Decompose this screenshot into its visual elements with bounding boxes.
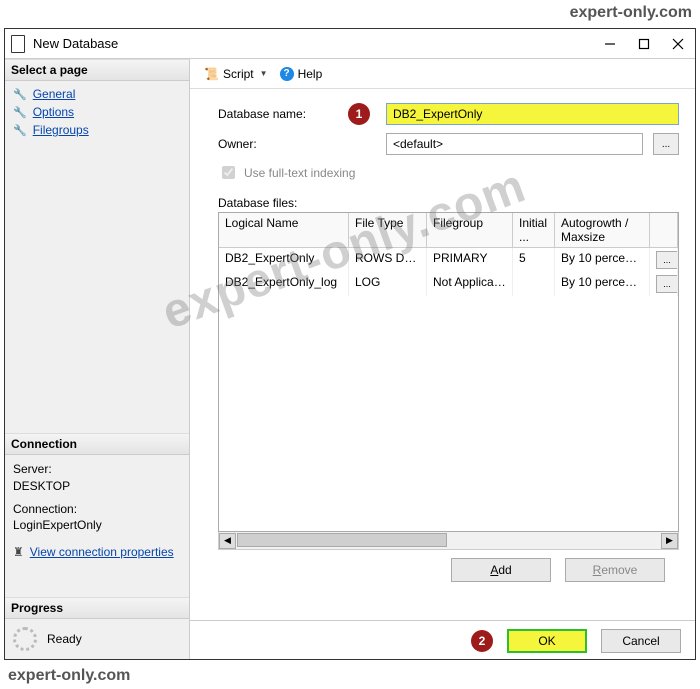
autogrowth-edit-button[interactable]: ... (656, 251, 678, 269)
wrench-icon: 🔧 (13, 88, 27, 101)
cell-autogrowth: By 10 percent, Unlimited (555, 248, 650, 272)
wrench-icon: 🔧 (13, 124, 27, 137)
help-label: Help (298, 67, 323, 81)
toolbar: 📜 Script ▼ ? Help (190, 59, 695, 89)
annotation-marker-2: 2 (471, 630, 493, 652)
progress-spinner-icon (13, 627, 37, 651)
col-filetype[interactable]: File Type (349, 213, 427, 248)
grid-row[interactable]: DB2_ExpertOnly_log LOG Not Applicable By… (219, 272, 678, 296)
dbname-label: Database name: (218, 107, 338, 121)
help-button[interactable]: ? Help (280, 67, 323, 81)
form-area: Database name: 1 Owner: ... Use full-tex… (190, 89, 695, 612)
minimize-icon (604, 38, 616, 50)
cell-initial: 5 (513, 248, 555, 272)
script-button[interactable]: 📜 Script ▼ (200, 65, 272, 83)
titlebar: New Database (5, 29, 695, 59)
connection-label: Connection: (13, 501, 181, 518)
cell-logical: DB2_ExpertOnly (219, 248, 349, 272)
page-list: 🔧 General 🔧 Options 🔧 Filegroups (5, 81, 189, 143)
cell-filegroup: Not Applicable (427, 272, 513, 296)
window-title: New Database (33, 36, 593, 51)
cell-filegroup: PRIMARY (427, 248, 513, 272)
cell-filetype: ROWS Data (349, 248, 427, 272)
watermark-bottom: expert-only.com (8, 667, 130, 685)
select-page-header: Select a page (5, 59, 189, 81)
owner-label: Owner: (218, 137, 338, 151)
cell-initial (513, 272, 555, 296)
progress-body: Ready (5, 619, 189, 659)
col-logical[interactable]: Logical Name (219, 213, 349, 248)
col-initial[interactable]: Initial ... (513, 213, 555, 248)
progress-status: Ready (47, 632, 82, 646)
page-general[interactable]: 🔧 General (7, 85, 187, 103)
maximize-icon (638, 38, 650, 50)
database-files-label: Database files: (218, 196, 679, 210)
dialog-window: New Database Select a page 🔧 General 🔧 O… (4, 28, 696, 660)
cell-autogrowth: By 10 percent, Unlimited (555, 272, 650, 296)
autogrowth-edit-button[interactable]: ... (656, 275, 678, 293)
remove-button[interactable]: RemoveRemove (565, 558, 665, 582)
col-filegroup[interactable]: Filegroup (427, 213, 513, 248)
fulltext-label: Use full-text indexing (244, 166, 355, 180)
close-button[interactable] (661, 30, 695, 58)
page-options-label: Options (33, 105, 74, 119)
help-icon: ? (280, 67, 294, 81)
page-filegroups[interactable]: 🔧 Filegroups (7, 121, 187, 139)
scroll-left-icon[interactable]: ◀ (219, 533, 236, 549)
side-panel: Select a page 🔧 General 🔧 Options 🔧 File… (5, 59, 190, 659)
col-autogrowth[interactable]: Autogrowth / Maxsize (555, 213, 650, 248)
scroll-thumb[interactable] (237, 533, 447, 547)
database-icon (11, 35, 25, 53)
database-files-grid[interactable]: Logical Name File Type Filegroup Initial… (218, 212, 679, 532)
connection-value: LoginExpertOnly (13, 517, 181, 534)
scroll-right-icon[interactable]: ▶ (661, 533, 678, 549)
annotation-marker-1: 1 (348, 103, 370, 125)
server-value: DESKTOP (13, 478, 181, 495)
page-options[interactable]: 🔧 Options (7, 103, 187, 121)
connection-header: Connection (5, 433, 189, 455)
close-icon (672, 38, 684, 50)
cancel-button[interactable]: Cancel (601, 629, 681, 653)
dbname-input[interactable] (386, 103, 679, 125)
watermark-top: expert-only.com (570, 4, 692, 22)
server-icon: ♜ (13, 544, 24, 561)
ok-button[interactable]: OK (507, 629, 587, 653)
grid-row[interactable]: DB2_ExpertOnly ROWS Data PRIMARY 5 By 10… (219, 248, 678, 272)
script-label: Script (223, 67, 254, 81)
minimize-button[interactable] (593, 30, 627, 58)
grid-hscrollbar[interactable]: ◀ ▶ (218, 532, 679, 550)
server-label: Server: (13, 461, 181, 478)
owner-input[interactable] (386, 133, 643, 155)
add-button[interactable]: AAdddd (451, 558, 551, 582)
connection-body: Server: DESKTOP Connection: LoginExpertO… (5, 455, 189, 567)
dialog-footer: 2 OK Cancel (190, 620, 695, 659)
fulltext-checkbox (222, 166, 235, 179)
wrench-icon: 🔧 (13, 106, 27, 119)
chevron-down-icon: ▼ (260, 69, 268, 78)
cell-logical: DB2_ExpertOnly_log (219, 272, 349, 296)
page-general-label: General (33, 87, 76, 101)
col-btn (650, 213, 678, 248)
owner-browse-button[interactable]: ... (653, 133, 679, 155)
grid-header-row: Logical Name File Type Filegroup Initial… (219, 213, 678, 248)
grid-buttonbar: AAdddd RemoveRemove (218, 550, 679, 582)
view-connection-properties[interactable]: View connection properties (30, 544, 174, 561)
maximize-button[interactable] (627, 30, 661, 58)
progress-header: Progress (5, 597, 189, 619)
main-panel: 📜 Script ▼ ? Help Database name: 1 Owner… (190, 59, 695, 659)
page-filegroups-label: Filegroups (33, 123, 89, 137)
script-icon: 📜 (204, 67, 219, 81)
cell-filetype: LOG (349, 272, 427, 296)
